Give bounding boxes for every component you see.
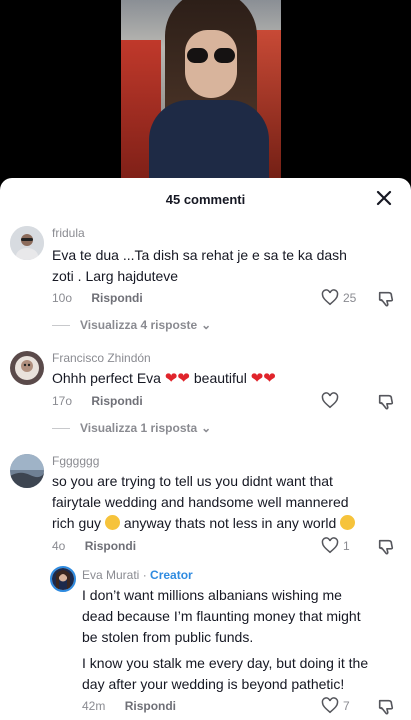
comment-time: 4o — [52, 539, 66, 553]
video-player[interactable] — [0, 0, 411, 190]
red-heart-icon: ❤ — [250, 370, 264, 387]
avatar[interactable] — [10, 226, 44, 260]
comment-meta: 42m Rispondi — [82, 699, 176, 713]
comments-sheet: 45 commenti fridula Eva te dua ...Ta dis… — [0, 178, 411, 720]
comment-meta: 4o Rispondi — [52, 539, 136, 553]
comment-username[interactable]: fridula — [52, 226, 85, 240]
comment-text-line: fairytale wedding and handsome well mann… — [52, 494, 349, 510]
like-button[interactable]: 25 — [321, 289, 356, 306]
like-count: 1 — [343, 538, 350, 553]
laughing-emoji-icon — [340, 515, 356, 530]
comment-time: 10o — [52, 291, 73, 305]
thumbs-down-icon[interactable] — [377, 290, 395, 308]
view-replies-label: Visualizza 4 risposte — [80, 318, 198, 332]
heart-outline-icon — [321, 392, 339, 409]
comment-text-line: rich guy anyway thats not less in any wo… — [52, 513, 356, 534]
comment-meta: 10o Rispondi — [52, 291, 143, 305]
reply-button[interactable]: Rispondi — [91, 394, 142, 408]
comment-text-line: be stolen from public funds. — [82, 629, 254, 645]
comment-text-line: zoti . Larg hajduteve — [52, 268, 179, 284]
comment-text-line: I know you stalk me every day, but doing… — [82, 655, 369, 671]
comment-time: 17o — [52, 394, 73, 408]
comment-text-line: Eva te dua ...Ta dish sa rehat je e sa t… — [52, 247, 347, 263]
reply-button[interactable]: Rispondi — [85, 539, 136, 553]
avatar[interactable] — [10, 454, 44, 488]
comment-text-line: day after your wedding is beyond patheti… — [82, 676, 345, 692]
sheet-header: 45 commenti — [0, 178, 411, 218]
comment-time: 42m — [82, 699, 106, 713]
like-count: 7 — [343, 698, 350, 713]
smile-emoji-icon — [104, 515, 120, 530]
like-button[interactable] — [321, 392, 343, 409]
creator-badge: Creator — [150, 568, 193, 582]
reply-button[interactable]: Rispondi — [125, 699, 176, 713]
chevron-down-icon: ⌄ — [201, 318, 212, 332]
video-frame — [121, 0, 281, 190]
like-button[interactable]: 1 — [321, 537, 350, 554]
close-icon[interactable] — [375, 189, 393, 207]
red-heart-icon: ❤ — [263, 370, 276, 387]
heart-outline-icon — [321, 289, 339, 306]
comment-text-line: I don’t want millions albanians wishing … — [82, 587, 342, 603]
comments-count-title: 45 commenti — [165, 192, 246, 207]
creator-avatar[interactable] — [50, 566, 76, 592]
comment-username[interactable]: Fgggggg — [52, 454, 99, 468]
comment-text-line: so you are trying to tell us you didnt w… — [52, 473, 333, 489]
comment-text: Ohhh perfect Eva ❤❤ beautiful ❤❤ — [52, 370, 276, 387]
view-replies-button[interactable]: Visualizza 4 risposte ⌄ — [52, 318, 211, 332]
red-heart-icon: ❤ — [177, 370, 190, 387]
heart-outline-icon — [321, 537, 339, 554]
comment-username[interactable]: Francisco Zhindón — [52, 351, 151, 365]
reply-button[interactable]: Rispondi — [91, 291, 142, 305]
like-button[interactable]: 7 — [321, 697, 350, 714]
red-heart-icon: ❤ — [164, 370, 178, 387]
thumbs-down-icon[interactable] — [377, 393, 395, 411]
view-replies-button[interactable]: Visualizza 1 risposta ⌄ — [52, 421, 211, 435]
chevron-down-icon: ⌄ — [201, 421, 212, 435]
view-replies-label: Visualizza 1 risposta — [80, 421, 198, 435]
thumbs-down-icon[interactable] — [377, 538, 395, 556]
comment-text-line: dead because I’m flaunting money that mi… — [82, 608, 361, 624]
avatar[interactable] — [10, 351, 44, 385]
comment-username[interactable]: Eva Murati · Creator — [82, 568, 193, 582]
like-count: 25 — [343, 290, 357, 305]
comment-meta: 17o Rispondi — [52, 394, 143, 408]
heart-outline-icon — [321, 697, 339, 714]
thumbs-down-icon[interactable] — [377, 698, 395, 716]
